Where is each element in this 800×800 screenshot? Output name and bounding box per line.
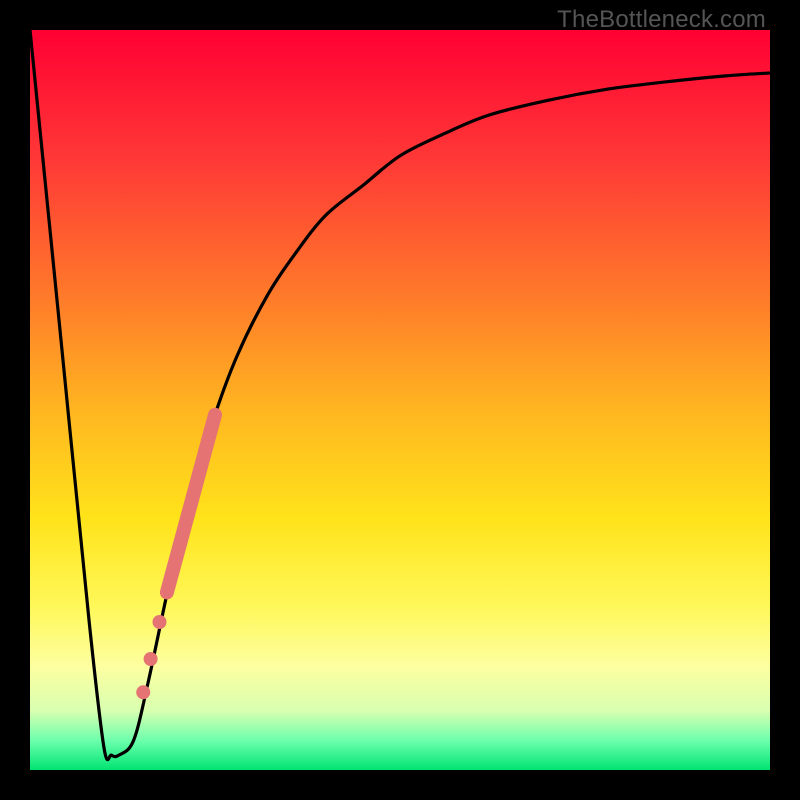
- plot-area: [30, 30, 770, 770]
- marker-dot: [136, 685, 150, 699]
- marker-segment: [167, 415, 215, 593]
- marker-dot: [144, 652, 158, 666]
- bottleneck-curve: [30, 30, 770, 760]
- watermark-text: TheBottleneck.com: [557, 6, 766, 34]
- marker-dot: [153, 615, 167, 629]
- chart-svg: [30, 30, 770, 770]
- chart-frame: TheBottleneck.com: [0, 0, 800, 800]
- markers-group: [136, 415, 215, 700]
